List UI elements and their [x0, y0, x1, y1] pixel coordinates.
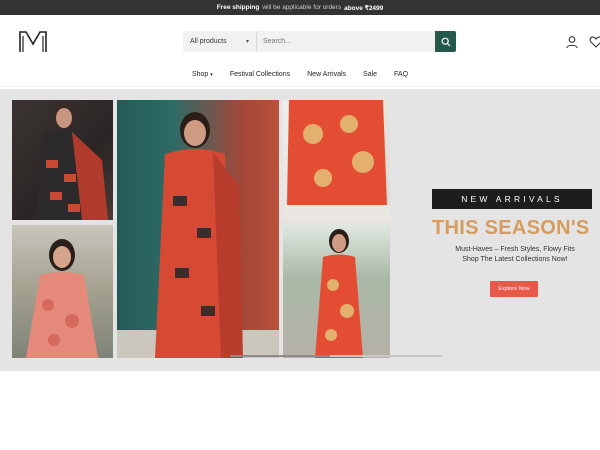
hero-subline: Must-Haves – Fresh Styles, Flowy Fits Sh…	[432, 245, 598, 265]
model-photo-top-right[interactable]	[283, 100, 390, 220]
search-button[interactable]	[435, 31, 456, 52]
user-icon[interactable]	[565, 35, 579, 49]
brand-logo[interactable]	[18, 30, 48, 54]
site-header: All products ▾ Shop▾ Festival Collection…	[0, 15, 600, 87]
model-photo-top-left[interactable]	[12, 100, 113, 220]
hero-banner: NEW ARRIVALS THIS SEASON'S Must-Haves – …	[0, 89, 600, 371]
model-photo-center[interactable]	[117, 100, 279, 358]
announcement-bar: Free shipping will be applicable for ord…	[0, 0, 600, 15]
main-nav: Shop ▾ Festival Collections New Arrivals …	[0, 71, 600, 85]
category-select-value: All products	[190, 38, 227, 45]
model-photo-bottom-left[interactable]	[12, 225, 113, 358]
nav-item-sale[interactable]: Sale	[363, 71, 377, 85]
nav-item-shop[interactable]: Shop ▾	[192, 71, 213, 85]
search-bar: All products ▾	[183, 31, 456, 52]
promo-block: NEW ARRIVALS THIS SEASON'S Must-Haves – …	[420, 189, 600, 309]
hero-subline-1: Must-Haves – Fresh Styles, Flowy Fits	[455, 246, 575, 253]
chevron-down-icon: ▾	[245, 39, 249, 45]
announcement-lead: Free shipping	[216, 4, 260, 11]
explore-now-button[interactable]: Explore Now	[490, 281, 538, 297]
search-icon	[441, 37, 450, 46]
announcement-tail: above ₹2499	[344, 4, 384, 12]
gallery-scrollbar[interactable]	[230, 355, 442, 357]
nav-item-festival-collections[interactable]: Festival Collections	[230, 71, 290, 85]
hero-subline-2: Shop The Latest Collections Now!	[462, 256, 568, 263]
nav-item-faq[interactable]: FAQ	[394, 71, 408, 85]
gallery-scrollbar-thumb[interactable]	[230, 355, 330, 357]
category-select[interactable]: All products ▾	[183, 31, 257, 52]
search-input[interactable]	[257, 31, 435, 52]
nav-item-new-arrivals[interactable]: New Arrivals	[307, 71, 346, 85]
announcement-middle: will be applicable for orders	[262, 4, 342, 11]
nav-item-shop-label: Shop	[191, 71, 209, 78]
heart-icon[interactable]	[589, 35, 600, 49]
model-photo-bottom-right[interactable]	[283, 225, 390, 358]
hero-headline: THIS SEASON'S	[432, 217, 590, 239]
chevron-down-icon: ▾	[210, 72, 213, 78]
new-arrivals-badge: NEW ARRIVALS	[432, 189, 592, 209]
